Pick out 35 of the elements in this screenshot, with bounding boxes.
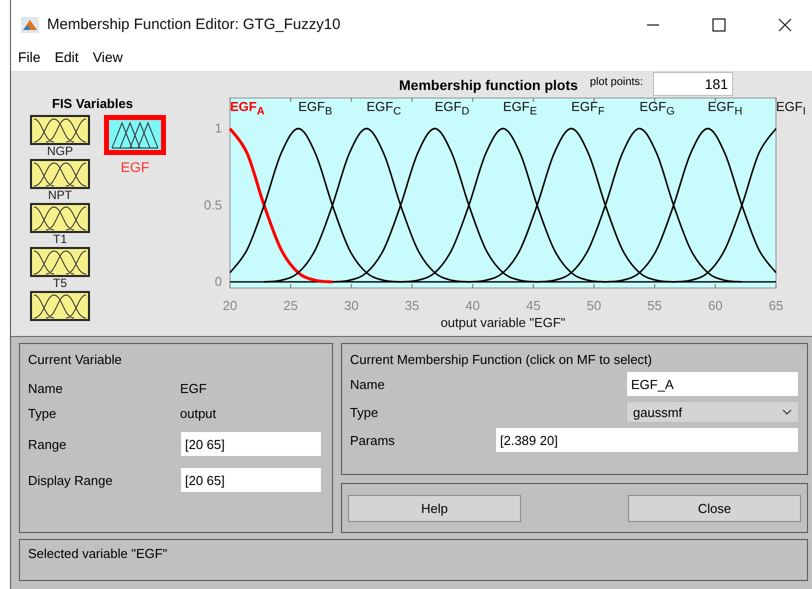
window-title: Membership Function Editor: GTG_Fuzzy10 (47, 16, 340, 34)
variable-name: NPT (48, 189, 72, 202)
x-axis-label: output variable "EGF" (440, 315, 566, 330)
variable-name: EGF (120, 161, 150, 174)
x-tick-label: 45 (526, 298, 541, 313)
x-tick-label: 35 (404, 298, 420, 313)
field-value: output (180, 406, 218, 421)
variable-name: T5 (52, 277, 67, 290)
panel-heading: Current Variable (28, 352, 123, 367)
variable-name: T1 (52, 233, 67, 246)
field-label: Display Range (28, 472, 114, 488)
panel-heading: Current Membership Function (click on MF to select) (350, 352, 653, 367)
field-label: Name (28, 381, 64, 396)
status-message: Selected variable "EGF" (28, 546, 168, 561)
variable-name: NGP (46, 145, 73, 158)
field-label: Range (28, 436, 68, 452)
field-label: Type (28, 406, 58, 421)
field-label: Name (350, 376, 385, 392)
x-tick-label: 65 (768, 298, 784, 313)
plot-points-label: plot points: (590, 76, 644, 88)
x-tick-label: 55 (647, 298, 662, 313)
y-tick-label: 1 (214, 120, 222, 136)
x-tick-label: 30 (344, 298, 359, 313)
x-tick-label: 20 (222, 298, 238, 313)
plot-title: Membership function plots (399, 77, 578, 93)
field-label: Type (350, 404, 378, 420)
y-tick-label: 0 (214, 274, 222, 289)
section-heading: FIS Variables (52, 96, 134, 111)
x-tick-label: 25 (283, 298, 298, 313)
x-tick-label: 60 (708, 298, 723, 313)
x-tick-label: 50 (586, 298, 602, 313)
field-label: Params (350, 432, 395, 448)
field-value: EGF (180, 381, 208, 396)
x-tick-label: 40 (465, 298, 480, 313)
y-tick-label: 0.5 (204, 197, 222, 212)
